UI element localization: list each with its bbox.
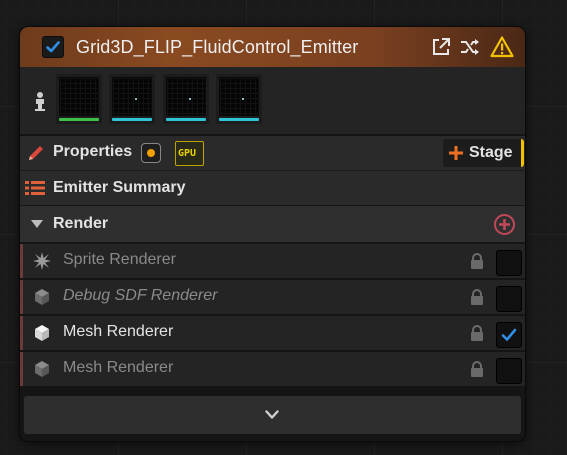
renderer-label: Mesh Renderer xyxy=(63,323,174,340)
expand-footer-button[interactable] xyxy=(24,396,521,434)
sim-target-toggle[interactable] xyxy=(141,143,161,163)
emitter-summary-row[interactable]: Emitter Summary xyxy=(20,170,525,205)
gpu-badge-label: GPU xyxy=(178,148,197,159)
emitter-summary-label: Emitter Summary xyxy=(53,179,186,196)
checkmark-icon xyxy=(501,328,517,341)
collapse-arrow-icon[interactable] xyxy=(31,220,43,229)
add-stage-button[interactable]: Stage xyxy=(443,139,524,167)
gpu-badge: GPU xyxy=(175,141,204,166)
renderer-label: Debug SDF Renderer xyxy=(63,287,218,304)
renderer-enable-checkbox[interactable] xyxy=(496,358,522,384)
sprite-icon xyxy=(33,252,51,270)
properties-row[interactable]: Properties GPU Stage xyxy=(20,136,525,170)
cube-icon xyxy=(35,325,49,341)
renderer-item[interactable]: Mesh Renderer xyxy=(20,316,525,350)
thumbnail[interactable] xyxy=(56,74,102,124)
thumbnail[interactable] xyxy=(109,74,155,124)
cube-icon xyxy=(35,289,49,305)
enable-checkbox[interactable] xyxy=(42,36,64,58)
renderer-item[interactable]: Mesh Renderer xyxy=(20,352,525,386)
pencil-icon xyxy=(29,146,43,160)
properties-label: Properties xyxy=(53,143,133,160)
renderer-label: Sprite Renderer xyxy=(63,251,176,268)
person-icon[interactable] xyxy=(34,91,46,111)
shuffle-icon[interactable] xyxy=(459,36,481,58)
emitter-node[interactable]: Grid3D_FLIP_FluidControl_Emitter Propert… xyxy=(20,27,525,441)
checkmark-icon xyxy=(46,41,60,53)
warning-icon[interactable] xyxy=(490,35,514,59)
renderer-label: Mesh Renderer xyxy=(63,359,174,376)
stage-label: Stage xyxy=(469,144,513,161)
render-section-header[interactable]: Render xyxy=(20,206,525,242)
render-label: Render xyxy=(53,215,109,232)
node-header[interactable]: Grid3D_FLIP_FluidControl_Emitter xyxy=(20,27,525,67)
thumbnail[interactable] xyxy=(216,74,262,124)
node-title: Grid3D_FLIP_FluidControl_Emitter xyxy=(76,37,359,57)
lock-icon[interactable] xyxy=(469,325,485,342)
thumbnail[interactable] xyxy=(163,74,209,124)
plus-icon xyxy=(449,146,463,160)
open-external-icon[interactable] xyxy=(430,36,452,58)
list-icon xyxy=(25,181,45,195)
renderer-enable-checkbox[interactable] xyxy=(496,286,522,312)
chevron-down-icon xyxy=(265,410,279,419)
lock-icon[interactable] xyxy=(469,361,485,378)
lock-icon[interactable] xyxy=(469,253,485,270)
lock-icon[interactable] xyxy=(469,289,485,306)
thumbnail-strip xyxy=(20,67,525,134)
renderer-item[interactable]: Debug SDF Renderer xyxy=(20,280,525,314)
renderer-item[interactable]: Sprite Renderer xyxy=(20,244,525,278)
cube-icon xyxy=(35,361,49,377)
renderer-enable-checkbox[interactable] xyxy=(496,250,522,276)
renderer-enable-checkbox[interactable] xyxy=(496,322,522,348)
add-renderer-icon[interactable] xyxy=(493,213,516,236)
